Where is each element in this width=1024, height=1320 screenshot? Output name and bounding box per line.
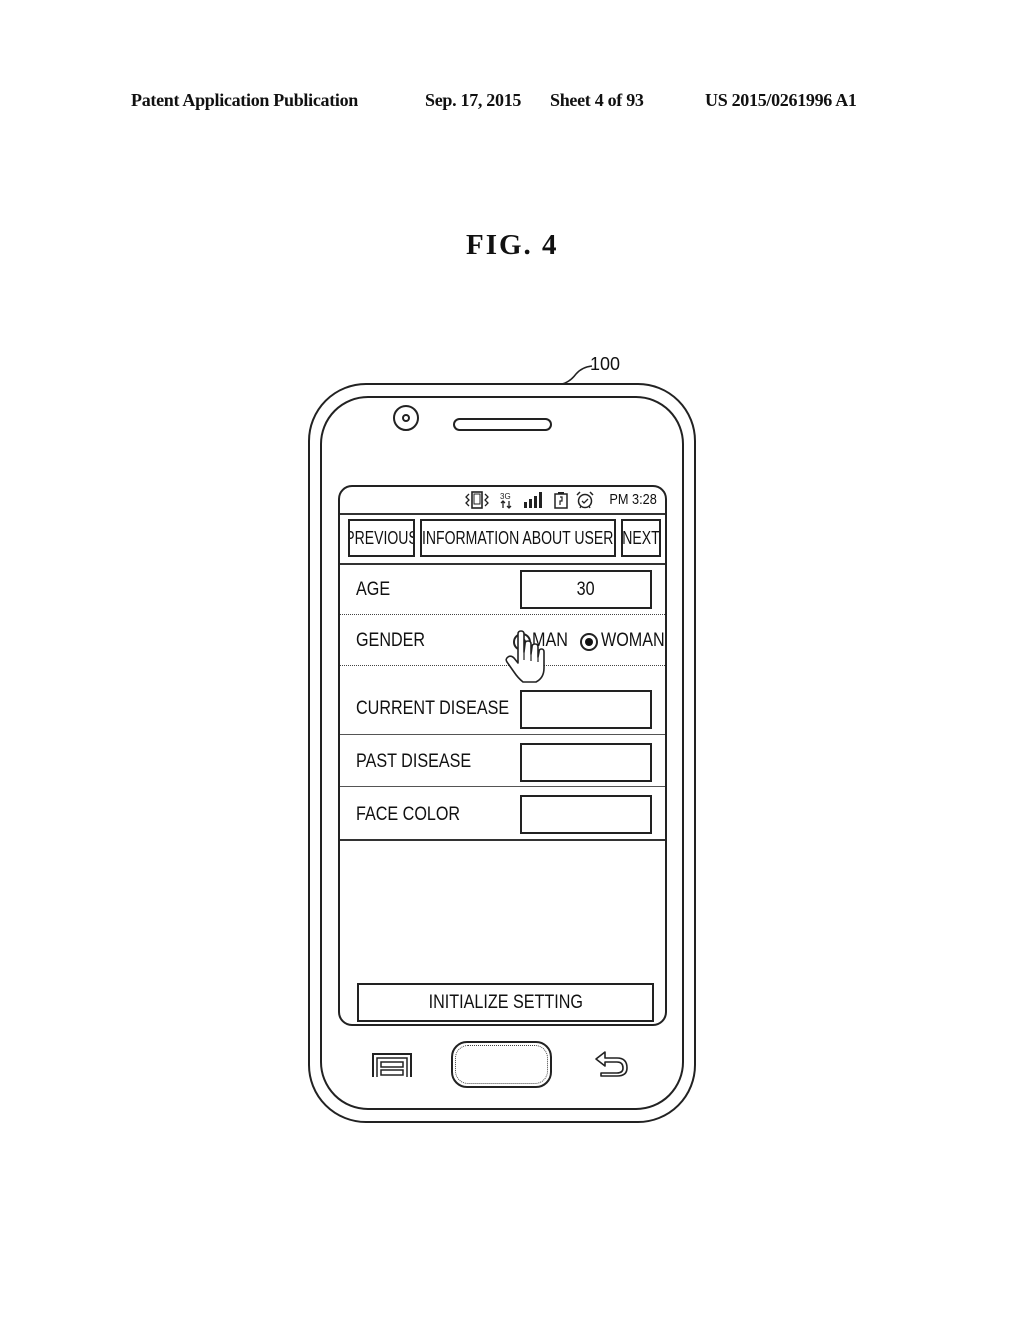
face-color-input[interactable]: [520, 795, 652, 834]
screen-title-label: INFORMATION ABOUT USER: [422, 527, 614, 548]
publication-number: US 2015/0261996 A1: [705, 90, 857, 110]
age-input[interactable]: 30: [520, 570, 652, 609]
back-key-icon[interactable]: [593, 1050, 631, 1078]
gender-radio-woman[interactable]: [580, 633, 598, 651]
past-disease-label: PAST DISEASE: [356, 751, 472, 772]
screen-title: INFORMATION ABOUT USER: [420, 519, 616, 557]
3g-data-icon: 3G: [500, 492, 512, 509]
divider: [340, 786, 665, 787]
figure-title: FIG. 4: [466, 229, 559, 261]
divider: [340, 563, 665, 565]
divider: [340, 614, 665, 615]
signal-strength-icon: [524, 492, 542, 508]
age-value: 30: [577, 578, 595, 600]
alarm-clock-icon: [576, 491, 594, 509]
past-disease-input[interactable]: [520, 743, 652, 782]
publication-date: Sep. 17, 2015: [425, 90, 522, 110]
divider: [340, 839, 665, 841]
camera-lens: [402, 414, 410, 422]
battery-icon: [554, 492, 568, 509]
previous-button[interactable]: PREVIOUS: [348, 519, 415, 557]
gender-label: GENDER: [356, 630, 426, 651]
current-disease-input[interactable]: [520, 690, 652, 729]
face-color-label: FACE COLOR: [356, 804, 461, 825]
sheet-number: Sheet 4 of 93: [550, 90, 644, 110]
home-key-inner-outline: [455, 1045, 548, 1084]
next-button[interactable]: NEXT: [621, 519, 661, 557]
next-button-label: NEXT: [622, 527, 660, 548]
menu-key-icon[interactable]: [371, 1052, 413, 1078]
publication-label: Patent Application Publication: [131, 90, 359, 110]
device-screen: 3G PM 3:28 PREVIOUS INFORMATION ABOUT US…: [338, 485, 667, 1026]
hand-pointer-icon: [505, 630, 545, 683]
earpiece-speaker: [453, 418, 552, 431]
previous-button-label: PREVIOUS: [348, 527, 415, 548]
divider: [340, 734, 665, 735]
network-type-label: 3G: [500, 492, 511, 501]
age-label: AGE: [356, 579, 391, 600]
initialize-setting-label: INITIALIZE SETTING: [428, 991, 583, 1013]
status-bar: 3G PM 3:28: [340, 487, 665, 514]
current-disease-label: CURRENT DISEASE: [356, 698, 510, 719]
divider: [340, 513, 665, 515]
vibrate-icon: [465, 491, 489, 509]
initialize-setting-button[interactable]: INITIALIZE SETTING: [357, 983, 654, 1022]
gender-option-woman-label: WOMAN: [601, 630, 665, 651]
divider: [340, 665, 665, 666]
status-time: PM 3:28: [609, 491, 657, 508]
